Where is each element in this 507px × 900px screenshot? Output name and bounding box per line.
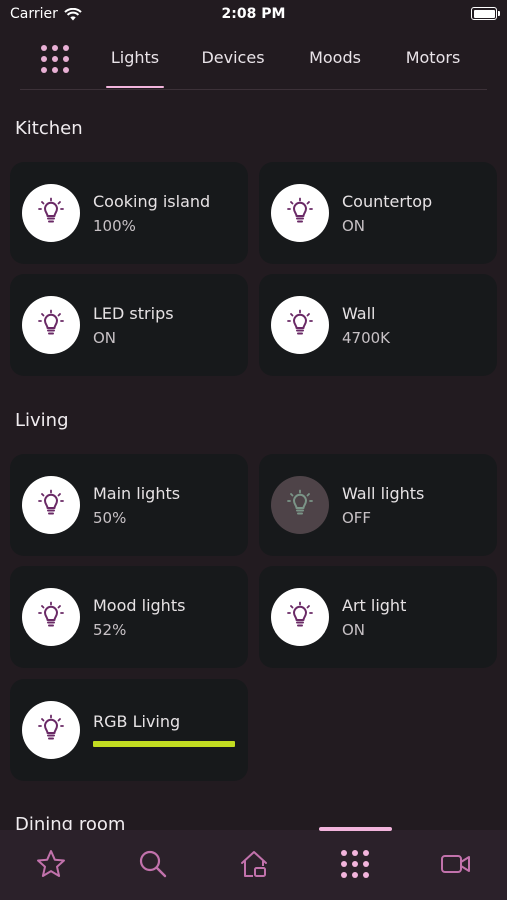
light-state: ON bbox=[342, 621, 366, 639]
light-card-led-strips[interactable]: LED strips ON bbox=[10, 274, 248, 376]
search-icon bbox=[139, 850, 167, 878]
light-state: 100% bbox=[93, 217, 136, 235]
light-name: LED strips bbox=[93, 304, 174, 323]
active-tab-indicator bbox=[319, 827, 392, 831]
lightbulb-icon bbox=[286, 309, 314, 341]
light-name: Main lights bbox=[93, 484, 181, 503]
light-card-cooking-island[interactable]: Cooking island 100% bbox=[10, 162, 248, 264]
lightbulb-icon bbox=[37, 489, 65, 521]
light-name: RGB Living bbox=[93, 712, 181, 731]
light-name: Wall bbox=[342, 304, 376, 323]
home-icon bbox=[241, 851, 267, 877]
lightbulb-icon bbox=[286, 601, 314, 633]
light-state: 50% bbox=[93, 509, 127, 527]
lightbulb-icon bbox=[37, 601, 65, 633]
home-tab[interactable] bbox=[234, 844, 274, 884]
light-state: OFF bbox=[342, 509, 372, 527]
favorites-tab[interactable] bbox=[31, 844, 71, 884]
bulb-button[interactable] bbox=[271, 476, 329, 534]
bulb-button[interactable] bbox=[271, 184, 329, 242]
light-card-wall[interactable]: Wall 4700K bbox=[259, 274, 497, 376]
light-state: ON bbox=[93, 329, 117, 347]
grid-icon bbox=[41, 45, 69, 73]
lightbulb-icon bbox=[37, 197, 65, 229]
light-name: Wall lights bbox=[342, 484, 425, 503]
section-title-living: Living bbox=[15, 410, 69, 431]
light-card-countertop[interactable]: Countertop ON bbox=[259, 162, 497, 264]
tab-moods[interactable]: Moods bbox=[305, 48, 365, 88]
lightbulb-icon bbox=[286, 197, 314, 229]
light-state: 52% bbox=[93, 621, 127, 639]
section-title-dining-room: Dining room bbox=[15, 814, 126, 830]
light-state: ON bbox=[342, 217, 366, 235]
bulb-button[interactable] bbox=[271, 296, 329, 354]
tab-motors[interactable]: Motors bbox=[402, 48, 464, 88]
light-card-rgb-living[interactable]: RGB Living bbox=[10, 679, 248, 781]
light-name: Countertop bbox=[342, 192, 433, 211]
lights-grid-tab[interactable] bbox=[335, 844, 375, 884]
light-card-art-light[interactable]: Art light ON bbox=[259, 566, 497, 668]
bulb-button[interactable] bbox=[271, 588, 329, 646]
tab-lights[interactable]: Lights bbox=[106, 48, 164, 88]
cameras-tab[interactable] bbox=[436, 844, 476, 884]
bulb-button[interactable] bbox=[22, 701, 80, 759]
lights-list[interactable]: Kitchen Cooking island 100% Countertop O… bbox=[0, 90, 507, 830]
star-icon bbox=[37, 850, 65, 877]
bottom-tab-bar bbox=[0, 827, 507, 900]
light-card-mood-lights[interactable]: Mood lights 52% bbox=[10, 566, 248, 668]
section-title-kitchen: Kitchen bbox=[15, 118, 83, 139]
top-tab-bar: Lights Devices Moods Motors bbox=[0, 30, 507, 90]
status-bar: Carrier 2:08 PM bbox=[0, 0, 507, 30]
bulb-button[interactable] bbox=[22, 184, 80, 242]
bulb-button[interactable] bbox=[22, 296, 80, 354]
light-name: Mood lights bbox=[93, 596, 186, 615]
bulb-button[interactable] bbox=[22, 588, 80, 646]
lightbulb-icon bbox=[286, 489, 314, 521]
lightbulb-icon bbox=[37, 714, 65, 746]
light-card-main-lights[interactable]: Main lights 50% bbox=[10, 454, 248, 556]
light-card-wall-lights[interactable]: Wall lights OFF bbox=[259, 454, 497, 556]
light-name: Art light bbox=[342, 596, 407, 615]
clock: 2:08 PM bbox=[221, 6, 286, 22]
lightbulb-icon bbox=[37, 309, 65, 341]
grid-icon bbox=[341, 850, 369, 878]
grid-menu-button[interactable] bbox=[38, 42, 72, 76]
battery-icon bbox=[471, 7, 500, 20]
rgb-color-bar bbox=[93, 741, 235, 747]
tab-devices[interactable]: Devices bbox=[198, 48, 268, 88]
light-state: 4700K bbox=[342, 329, 391, 347]
bulb-button[interactable] bbox=[22, 476, 80, 534]
search-tab[interactable] bbox=[133, 844, 173, 884]
light-name: Cooking island bbox=[93, 192, 211, 211]
camera-icon bbox=[441, 855, 470, 873]
